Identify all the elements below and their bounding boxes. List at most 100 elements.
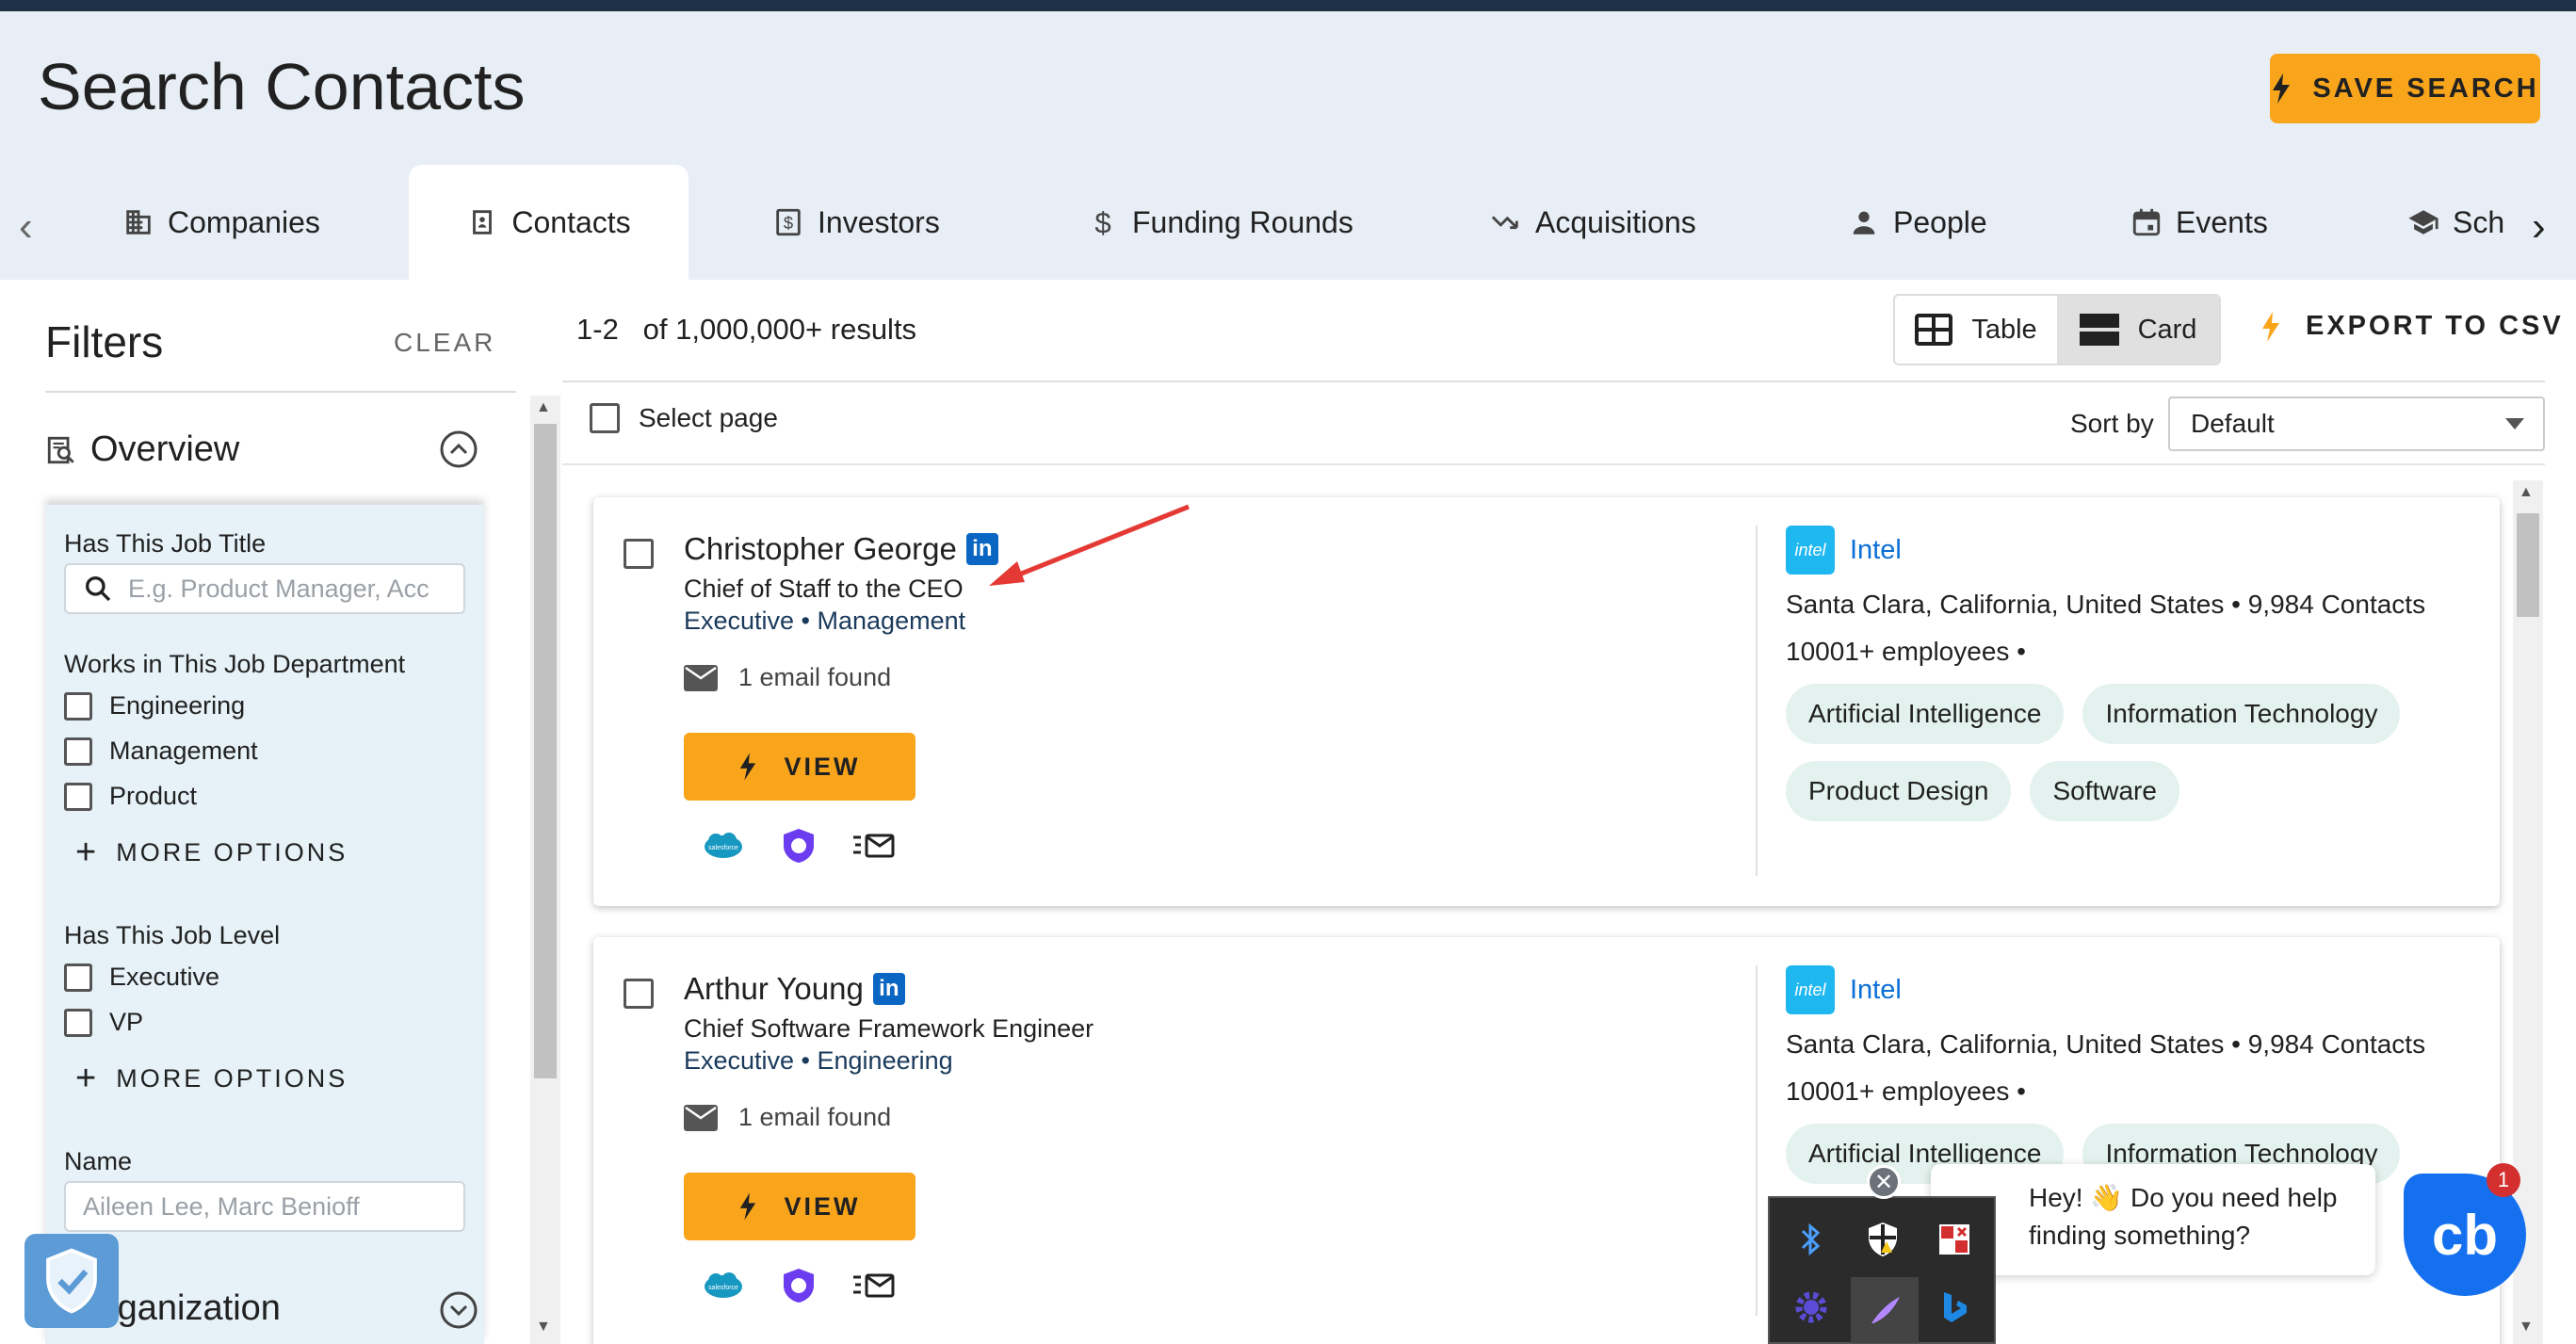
tab-label: Contacts (511, 204, 631, 239)
salesforce-icon[interactable]: salesforce (703, 1271, 744, 1300)
company-name-link[interactable]: Intel (1850, 535, 1902, 566)
job-title-input[interactable]: E.g. Product Manager, Acc (64, 563, 465, 614)
email-status: 1 email found (684, 663, 891, 692)
feather-tray-icon[interactable] (1851, 1277, 1919, 1343)
expand-chevron-down-icon[interactable] (439, 1290, 478, 1330)
bing-tray-icon[interactable] (1934, 1287, 1975, 1328)
table-view-button[interactable]: Table (1895, 296, 2057, 364)
calendar-icon (2132, 208, 2161, 236)
security-shield-icon[interactable] (24, 1234, 119, 1328)
shield-extension-icon[interactable] (780, 827, 818, 865)
integration-icons: salesforce (703, 827, 895, 865)
department-checkbox-engineering[interactable]: Engineering (64, 691, 245, 721)
company-logo[interactable]: intel (1786, 526, 1835, 575)
tab-schools[interactable]: Sch (2407, 165, 2511, 280)
tab-companies[interactable]: Companies (122, 165, 320, 280)
checkbox-label: Executive (109, 963, 220, 991)
contact-select-checkbox[interactable] (624, 979, 654, 1009)
caret-down-icon (2505, 418, 2524, 429)
view-label: VIEW (784, 1191, 861, 1221)
job-level-checkbox-executive[interactable]: Executive (64, 963, 219, 992)
contact-name[interactable]: Arthur Young (684, 971, 864, 1007)
linkedin-icon[interactable]: in (872, 973, 905, 1005)
card-view-button[interactable]: Card (2057, 296, 2219, 364)
view-contact-button[interactable]: VIEW (684, 733, 915, 801)
checkbox[interactable] (64, 963, 92, 992)
tab-investors[interactable]: $ Investors (772, 165, 940, 280)
department-checkbox-management[interactable]: Management (64, 737, 258, 766)
send-email-icon[interactable] (853, 832, 895, 860)
tabs-scroll-right-icon[interactable]: › (2532, 203, 2546, 251)
tag-chip: Information Technology (2082, 684, 2401, 744)
lightning-icon (740, 753, 756, 781)
tab-funding-rounds[interactable]: $ Funding Rounds (1087, 165, 1353, 280)
overview-label: Overview (90, 429, 240, 469)
company-employees: 10001+ employees • (1786, 637, 2026, 666)
checkbox[interactable] (590, 403, 620, 433)
checkbox[interactable] (64, 691, 92, 721)
results-scrollbar-thumb[interactable] (2517, 513, 2539, 617)
close-icon[interactable]: ✕ (1867, 1165, 1901, 1199)
export-csv-button[interactable]: EXPORT TO CSV (2260, 311, 2564, 342)
tab-label: Companies (168, 204, 320, 239)
scroll-up-icon[interactable]: ▲ (536, 399, 551, 416)
collapse-chevron-up-icon[interactable] (439, 429, 478, 469)
dollar-box-icon: $ (776, 208, 801, 236)
scroll-up-icon[interactable]: ▲ (2519, 484, 2534, 501)
checkbox-label: Engineering (109, 691, 246, 720)
scroll-down-icon[interactable]: ▼ (2519, 1319, 2534, 1336)
contact-select-checkbox[interactable] (624, 539, 654, 569)
view-contact-button[interactable]: VIEW (684, 1173, 915, 1240)
table-view-label: Table (1971, 314, 2037, 345)
send-email-icon[interactable] (853, 1271, 895, 1300)
company-name-link[interactable]: Intel (1850, 975, 1902, 1006)
chat-message-bubble[interactable]: Hey! 👋 Do you need help finding somethin… (1931, 1164, 2375, 1275)
tag-chip: Artificial Intelligence (1786, 684, 2065, 744)
tab-people[interactable]: People (1848, 165, 1987, 280)
department-checkbox-product[interactable]: Product (64, 782, 197, 811)
checkbox[interactable] (64, 782, 92, 811)
app-tray-icon[interactable] (1934, 1219, 1975, 1260)
job-level-more-options-button[interactable]: + MORE OPTIONS (75, 1059, 348, 1099)
svg-text:salesforce: salesforce (708, 1285, 738, 1291)
bluetooth-icon[interactable] (1790, 1219, 1832, 1260)
name-filter-input[interactable]: Aileen Lee, Marc Benioff (64, 1181, 465, 1232)
checkbox[interactable] (64, 1008, 92, 1037)
organization-section-label[interactable]: rganization (105, 1288, 281, 1329)
filters-scrollbar-thumb[interactable] (534, 424, 557, 1078)
tab-events[interactable]: Events (2130, 165, 2268, 280)
contact-name[interactable]: Christopher George (684, 531, 957, 567)
department-more-options-button[interactable]: + MORE OPTIONS (75, 833, 348, 873)
company-location: Santa Clara, California, United States •… (1786, 590, 2426, 619)
select-page-label: Select page (639, 403, 778, 432)
plus-icon: + (75, 1059, 100, 1098)
contact-levels: Executive • Engineering (684, 1046, 953, 1075)
salesforce-icon[interactable]: salesforce (703, 832, 744, 860)
checkbox[interactable] (64, 737, 92, 766)
card-view-label: Card (2137, 314, 2197, 345)
building-icon (126, 210, 151, 235)
more-options-label: MORE OPTIONS (116, 838, 348, 866)
sort-select[interactable]: Default (2168, 397, 2545, 451)
svg-text:$: $ (1094, 206, 1110, 238)
contact-job-title: Chief Software Framework Engineer (684, 1014, 1094, 1043)
clear-filters-button[interactable]: CLEAR (394, 328, 495, 358)
company-logo[interactable]: intel (1786, 965, 1835, 1014)
job-level-checkbox-vp[interactable]: VP (64, 1008, 143, 1037)
school-icon (2408, 210, 2438, 235)
overview-section-header[interactable]: Overview (45, 414, 488, 485)
tab-acquisitions[interactable]: Acquisitions (1490, 165, 1696, 280)
shield-extension-icon[interactable] (780, 1267, 818, 1304)
envelope-icon (684, 1104, 718, 1131)
tabs-scroll-left-icon[interactable]: ‹ (19, 203, 33, 251)
more-options-label: MORE OPTIONS (116, 1064, 348, 1093)
job-title-placeholder: E.g. Product Manager, Acc (128, 574, 429, 603)
email-found-text: 1 email found (738, 1103, 892, 1131)
scroll-down-icon[interactable]: ▼ (536, 1319, 551, 1336)
select-page-checkbox[interactable]: Select page (590, 403, 778, 433)
settings-gear-tray-icon[interactable] (1790, 1287, 1832, 1328)
tab-contacts[interactable]: Contacts (409, 165, 689, 280)
security-shield-tray-icon[interactable] (1862, 1219, 1904, 1260)
save-search-button[interactable]: SAVE SEARCH (2270, 54, 2540, 123)
integration-icons: salesforce (703, 1267, 895, 1304)
